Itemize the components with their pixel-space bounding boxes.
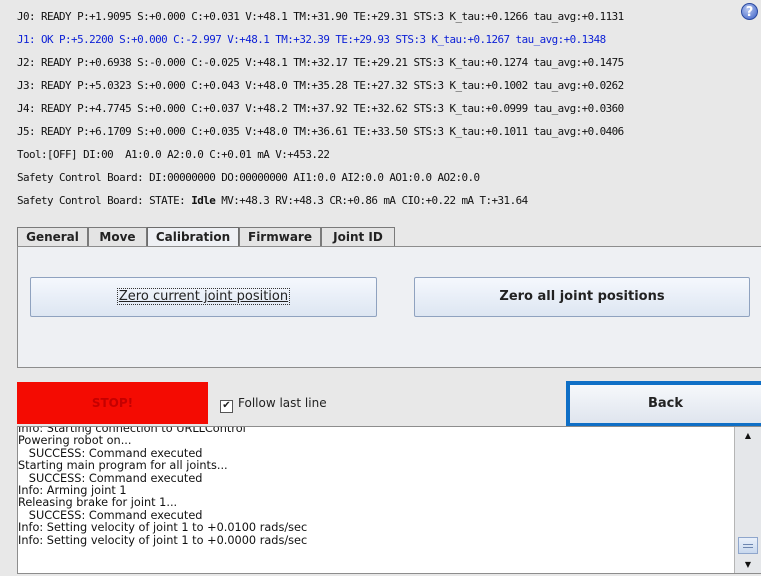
joint-5-status: J5: READY P:+6.1709 S:+0.000 C:+0.035 V:… xyxy=(17,125,624,138)
log-scrollbar[interactable]: ▲ ▼ xyxy=(734,427,761,573)
tab-joint-id[interactable]: Joint ID xyxy=(321,227,395,246)
joint-status-panel: J0: READY P:+1.9095 S:+0.000 C:+0.031 V:… xyxy=(0,0,761,228)
scroll-up-arrow-icon[interactable]: ▲ xyxy=(735,427,761,444)
tool-status: Tool:[OFF] DI:00 A1:0.0 A2:0.0 C:+0.01 m… xyxy=(17,148,330,161)
joint-1-status: J1: OK P:+5.2200 S:+0.000 C:-2.997 V:+48… xyxy=(17,33,606,46)
scroll-down-arrow-icon[interactable]: ▼ xyxy=(735,556,761,573)
safety-state-prefix: Safety Control Board: STATE: xyxy=(17,194,192,207)
log-line: Info: Setting velocity of joint 1 to +0.… xyxy=(18,521,308,535)
safety-state-value: Idle xyxy=(191,194,216,207)
tab-general[interactable]: General xyxy=(17,227,88,246)
scroll-thumb[interactable] xyxy=(738,537,758,554)
zero-current-joint-position-label: Zero current joint position xyxy=(116,288,291,305)
follow-checkbox-box[interactable]: ✔ xyxy=(220,400,233,413)
joint-0-status: J0: READY P:+1.9095 S:+0.000 C:+0.031 V:… xyxy=(17,10,624,23)
log-line: Powering robot on... xyxy=(18,434,132,448)
safety-board-io-status: Safety Control Board: DI:00000000 DO:000… xyxy=(17,171,480,184)
log-line: Starting main program for all joints... xyxy=(18,459,228,473)
joint-4-status: J4: READY P:+4.7745 S:+0.000 C:+0.037 V:… xyxy=(17,102,624,115)
safety-state-suffix: MV:+48.3 RV:+48.3 CR:+0.86 mA CIO:+0.22 … xyxy=(215,194,528,207)
back-button[interactable]: Back xyxy=(566,381,761,427)
stop-button[interactable]: STOP! xyxy=(17,382,208,424)
log-line: Releasing brake for joint 1... xyxy=(18,496,178,510)
zero-current-joint-position-button[interactable]: Zero current joint position xyxy=(30,277,377,317)
tab-move[interactable]: Move xyxy=(88,227,147,246)
calibration-panel: Zero current joint position Zero all joi… xyxy=(17,246,761,368)
help-icon[interactable]: ? xyxy=(741,3,758,20)
tab-firmware[interactable]: Firmware xyxy=(239,227,321,246)
joint-3-status: J3: READY P:+5.0323 S:+0.000 C:+0.043 V:… xyxy=(17,79,624,92)
joint-2-status: J2: READY P:+0.6938 S:-0.000 C:-0.025 V:… xyxy=(17,56,624,69)
log-line: Info: Setting velocity of joint 1 to +0.… xyxy=(18,533,308,547)
log-text: Info: Starting connection to URLLControl… xyxy=(18,427,734,547)
follow-last-line-label: Follow last line xyxy=(238,396,327,410)
zero-all-joint-positions-button[interactable]: Zero all joint positions xyxy=(414,277,750,317)
safety-board-state-status: Safety Control Board: STATE: Idle MV:+48… xyxy=(17,192,528,210)
log-output[interactable]: Info: Starting connection to URLLControl… xyxy=(17,426,761,574)
tab-calibration[interactable]: Calibration xyxy=(147,227,239,247)
follow-last-line-checkbox[interactable]: ✔ Follow last line xyxy=(220,395,327,413)
